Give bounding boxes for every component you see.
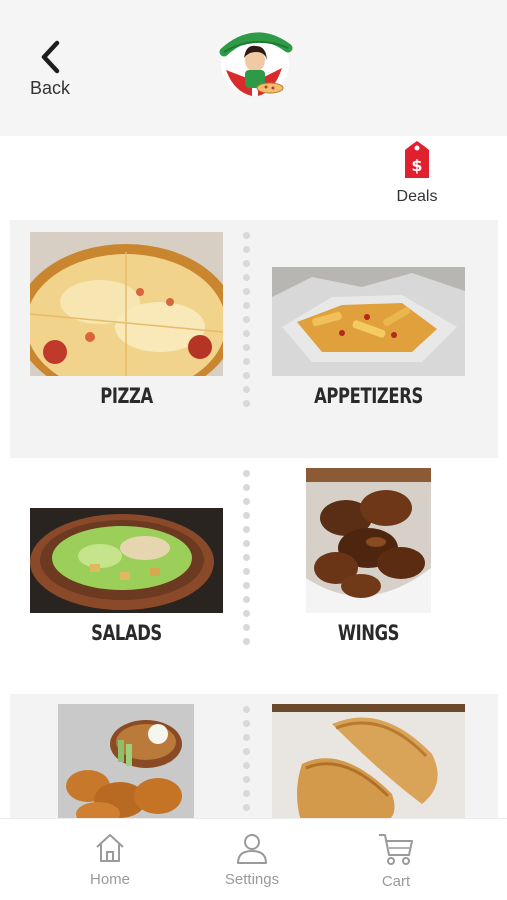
- wings-platter-photo: [58, 704, 194, 818]
- deals-label: Deals: [396, 188, 438, 205]
- row-divider: [243, 706, 251, 811]
- back-label: Back: [30, 78, 71, 98]
- home-icon: [96, 834, 124, 862]
- chevron-left-icon: [41, 40, 60, 74]
- category-item[interactable]: [272, 704, 465, 818]
- row-divider: [243, 232, 251, 407]
- category-salads[interactable]: SALADS: [30, 508, 223, 645]
- category-row: SALADS WINGS: [10, 458, 498, 694]
- bottom-tab-bar: Home Settings Cart: [0, 818, 507, 900]
- category-label: SALADS: [91, 621, 162, 645]
- tab-settings[interactable]: Settings: [197, 831, 307, 888]
- tab-cart[interactable]: Cart: [341, 831, 451, 890]
- tab-label: Settings: [224, 871, 280, 888]
- appetizers-photo: [272, 267, 465, 376]
- price-tag-icon: $: [405, 141, 429, 178]
- tab-label: Home: [89, 871, 130, 888]
- calzone-photo: [272, 704, 465, 818]
- category-appetizers[interactable]: APPETIZERS: [272, 267, 465, 408]
- tab-home[interactable]: Home: [55, 831, 165, 888]
- pizza-photo: [30, 232, 223, 376]
- user-icon: [237, 834, 267, 864]
- tab-label: Cart: [381, 873, 411, 890]
- category-row: [10, 694, 498, 818]
- category-item[interactable]: [58, 704, 194, 818]
- back-button[interactable]: Back: [24, 40, 84, 110]
- category-grid: PIZZA APPETIZERS SALADS WINGS: [0, 220, 507, 818]
- row-divider: [243, 470, 251, 645]
- cart-icon: [379, 834, 413, 865]
- deals-button[interactable]: $ Deals: [386, 136, 448, 216]
- category-label: WINGS: [337, 621, 400, 645]
- category-label: APPETIZERS: [314, 384, 423, 408]
- category-pizza[interactable]: PIZZA: [30, 232, 223, 408]
- svg-text:$: $: [411, 156, 422, 175]
- wings-photo: [306, 468, 431, 613]
- salads-photo: [30, 508, 223, 613]
- app-header: Back: [0, 0, 507, 136]
- category-wings[interactable]: WINGS: [306, 468, 431, 645]
- category-label: PIZZA: [100, 384, 153, 408]
- restaurant-logo: [212, 22, 298, 102]
- category-row: PIZZA APPETIZERS: [10, 220, 498, 458]
